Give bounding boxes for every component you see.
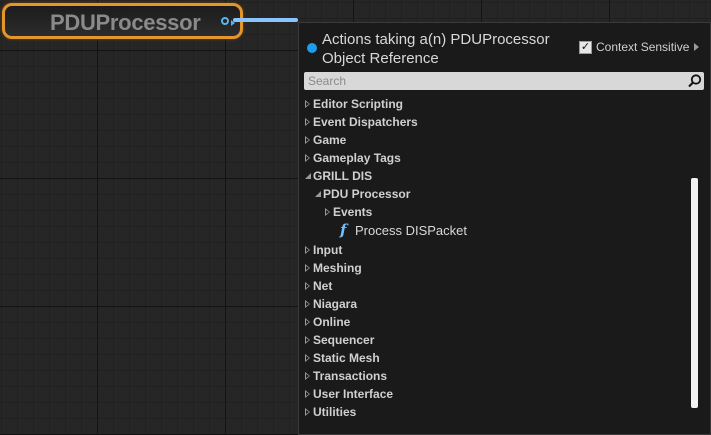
tree-item-label: Online [313,315,351,329]
context-sensitive-label: Context Sensitive [596,40,690,54]
tree-item-label: Utilities [313,405,357,419]
search-box[interactable] [304,72,704,90]
collapsed-arrow-icon[interactable] [305,336,310,344]
tree-item-label: Transactions [313,369,388,383]
collapsed-arrow-icon[interactable] [305,136,310,144]
collapsed-arrow-icon[interactable] [305,246,310,254]
tree-item-label: Input [313,243,343,257]
collapsed-arrow-icon[interactable] [305,354,310,362]
expanded-arrow-icon[interactable] [315,191,321,197]
collapsed-arrow-icon[interactable] [305,318,310,326]
tree-category[interactable]: Online [299,313,691,331]
collapsed-arrow-icon[interactable] [325,208,330,216]
tree-item-label: Net [313,279,333,293]
tree-item-label: Editor Scripting [313,97,403,111]
collapsed-arrow-icon[interactable] [305,264,310,272]
object-reference-dot-icon [307,43,317,53]
collapsed-arrow-icon[interactable] [305,100,310,108]
node-title: PDUProcessor [50,10,201,35]
collapsed-arrow-icon[interactable] [305,408,310,416]
connection-wire[interactable] [233,18,298,22]
tree-item-label: Event Dispatchers [313,115,418,129]
tree-item-label: Events [333,205,373,219]
output-pin-icon[interactable] [221,17,229,25]
function-icon: f [340,221,347,239]
tree-category[interactable]: Niagara [299,295,691,313]
tree-category[interactable]: Event Dispatchers [299,113,691,131]
tree-category[interactable]: Net [299,277,691,295]
tree-category[interactable]: Gameplay Tags [299,149,691,167]
context-sensitive-toggle[interactable]: ✓ Context Sensitive [579,40,700,54]
action-menu: Actions taking a(n) PDUProcessor Object … [298,22,711,435]
tree-item-label: GRILL DIS [313,169,373,183]
tree-category[interactable]: Transactions [299,367,691,385]
scrollbar[interactable] [691,178,698,408]
action-item[interactable]: f Process DISPacket [299,221,691,241]
tree-item-label: Game [313,133,347,147]
search-icon[interactable] [688,74,702,88]
tree-item-label: Niagara [313,297,358,311]
tree-category[interactable]: GRILL DIS [299,167,691,185]
collapsed-arrow-icon[interactable] [305,300,310,308]
expanded-arrow-icon[interactable] [305,173,311,179]
expand-arrow-icon[interactable] [694,43,700,51]
tree-category[interactable]: Utilities [299,403,691,421]
tree-category[interactable]: PDU Processor [299,185,691,203]
action-tree: Editor Scripting Event Dispatchers Game Gam… [299,95,691,421]
tree-item-label: Static Mesh [313,351,380,365]
search-input[interactable] [304,72,683,90]
tree-category[interactable]: Input [299,241,691,259]
collapsed-arrow-icon[interactable] [305,372,310,380]
collapsed-arrow-icon[interactable] [305,390,310,398]
tree-category[interactable]: User Interface [299,385,691,403]
tree-category[interactable]: Sequencer [299,331,691,349]
tree-item-label: User Interface [313,387,394,401]
tree-category[interactable]: Events [299,203,691,221]
tree-item-label: Gameplay Tags [313,151,401,165]
blueprint-node-pduprocessor[interactable]: PDUProcessor [2,3,243,39]
collapsed-arrow-icon[interactable] [305,282,310,290]
menu-title: Actions taking a(n) PDUProcessor Object … [322,31,550,67]
tree-item-label: Sequencer [313,333,375,347]
collapsed-arrow-icon[interactable] [305,118,310,126]
tree-category[interactable]: Static Mesh [299,349,691,367]
tree-category[interactable]: Game [299,131,691,149]
tree-category[interactable]: Editor Scripting [299,95,691,113]
tree-category[interactable]: Meshing [299,259,691,277]
context-sensitive-checkbox[interactable]: ✓ [579,40,592,54]
tree-item-label: PDU Processor [323,187,411,201]
collapsed-arrow-icon[interactable] [305,154,310,162]
tree-item-label: Meshing [313,261,362,275]
tree-item-label: Process DISPacket [355,223,467,238]
